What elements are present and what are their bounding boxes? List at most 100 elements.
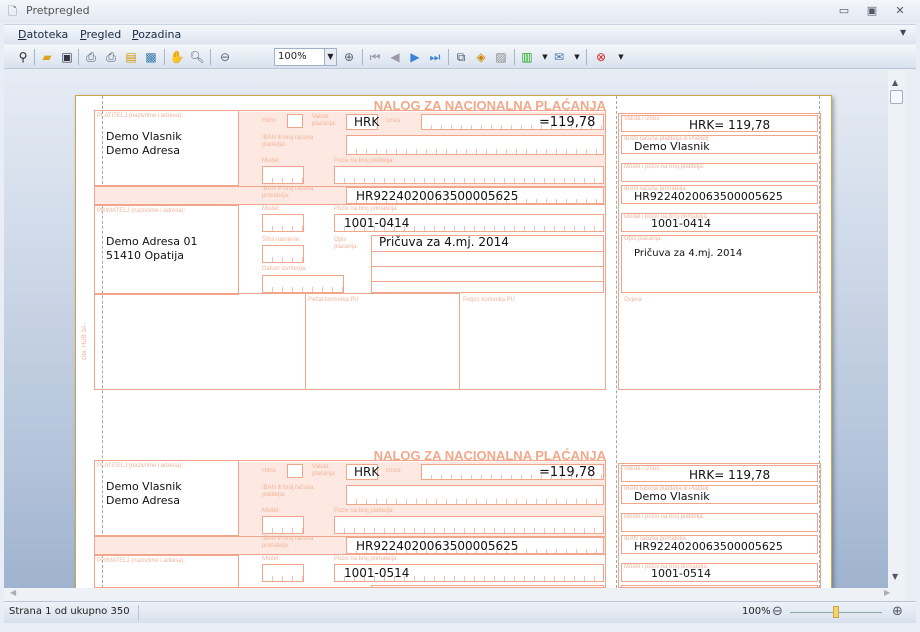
zoom-in-icon[interactable]: ⊕ [340,48,358,66]
recipient-address-line2: 51410 Opatija [106,249,185,262]
separator [514,49,515,65]
execution-date-label: Datum izvršenja: [262,266,307,272]
print-setup-icon[interactable]: ⎙ [82,48,100,66]
zoom-out-icon[interactable]: ⊖ [216,48,234,66]
scroll-right-icon[interactable]: ▶ [884,588,890,597]
reference-value: 1001-0414 [344,216,410,230]
first-page-icon[interactable]: ⏮ [366,48,384,66]
color-icon[interactable]: ◈ [472,48,490,66]
last-page-icon[interactable]: ⏭ [426,48,444,66]
print-icon[interactable]: ⎙ [102,48,120,66]
horizontal-scrollbar[interactable]: ◀ ▶ [4,588,905,601]
close-button[interactable]: ✕ [892,4,908,18]
zoom-out-button[interactable]: ⊖ [772,604,783,619]
vertical-scrollbar[interactable]: ▲ ▼ [888,70,905,588]
payer-iban-label: IBAN ili broj računa platitelja: [262,485,314,498]
receipt-description-field [621,235,818,293]
page-status: Strana 1 od ukupno 350 [9,606,130,617]
receipt-amount-value: HRK= 119,78 [689,468,771,482]
recipient-reference-label: Poziv na broj primatelja: [334,206,399,212]
app-icon: 🗋 [8,5,17,18]
export-icon[interactable]: ▥ [518,48,536,66]
currency-label: Valuta plaćanja: [312,464,337,477]
menu-pozadina[interactable]: Pozadina [132,28,181,41]
close-preview-icon[interactable]: ⊗ [592,48,610,66]
page-setup-icon[interactable]: ▤ [122,48,140,66]
zoom-percent: 100% [742,606,771,617]
email-dropdown-icon[interactable]: ▼ [568,48,586,66]
scroll-up-icon[interactable]: ▲ [892,78,898,87]
receipt-description-label: Opis plaćanja: [624,236,663,242]
payer-iban-field [346,485,604,505]
scroll-down-icon[interactable]: ▼ [892,572,898,581]
multiple-pages-icon[interactable]: ⧉ [452,48,470,66]
email-icon[interactable]: ✉ [550,48,568,66]
purpose-code-field [262,245,304,263]
payer-model-label: Model: [262,508,281,514]
payer-label: PLATITELJ (naziv/ime i adresa): [97,463,183,469]
previous-page-icon[interactable]: ◀ [386,48,404,66]
separator [34,49,35,65]
purpose-code-label: Šifra namjene: [262,237,301,243]
recipient-label: PRIMATELJ (naziv/ime i adresa): [97,558,186,564]
receipt-payer-reference-label: Model i poziv na broj platitelja: [624,164,705,170]
reference-value: 1001-0514 [344,566,410,580]
payer-iban-field [346,135,604,155]
currency-value: HRK [354,465,380,479]
signature-label: Potpis korisnika PU [463,297,516,303]
window-title: Pretpregled [26,4,90,17]
execution-date-field [262,275,344,293]
payment-form: NALOG ZA NACIONALNA PLAĆANJA PLATITELJ (… [82,98,834,390]
amount-label: Iznos: [386,118,403,124]
next-page-icon[interactable]: ▶ [406,48,424,66]
open-icon[interactable]: ▰ [38,48,56,66]
toolbar-overflow-icon[interactable]: ▼ [612,48,630,66]
recipient-iban-value: HR9224020063500005625 [356,539,519,553]
zoom-in-button[interactable]: ⊕ [892,604,903,619]
zoom-slider-thumb[interactable] [833,606,839,618]
amount-value: =119,78 [539,465,596,480]
recipient-reference-label: Poziv na broj primatelja: [334,556,399,562]
receipt-recipient-iban-value: HR9224020063500005625 [634,190,783,203]
receipt-payer-value: Demo Vlasnik [634,490,710,503]
recipient-model-label: Model: [262,556,281,562]
receipt-payer-reference-label: Model i poziv na broj platitelja: [624,514,705,520]
preview-viewport[interactable]: NALOG ZA NACIONALNA PLAĆANJA PLATITELJ (… [4,70,888,588]
minimize-button[interactable]: ▭ [836,4,852,18]
hand-tool-icon[interactable]: ✋ [168,48,186,66]
payment-form: NALOG ZA NACIONALNA PLAĆANJA PLATITELJ (… [94,448,834,588]
restore-button[interactable]: ▣ [864,4,880,18]
receipt-reference-value: 1001-0514 [651,567,711,580]
title-bar: 🗋 Pretpregled ▭ ▣ ✕ [0,0,920,22]
watermark-icon[interactable]: ▨ [492,48,510,66]
menu-label: regled [86,28,122,41]
payer-name: Demo Vlasnik [106,480,182,493]
status-bar: Strana 1 od ukupno 350 100% ⊖ ⊕ [4,601,916,623]
payer-model-field [262,166,304,184]
toolbar: ⚲ ▰ ▣ ⎙ ⎙ ▤ ▩ ✋ 🔍︎ ⊖ 100% ▼ ⊕ ⏮ ◀ ▶ ⏭ ⧉ … [4,45,916,69]
amount-label: Iznos: [386,468,403,474]
amount-value: =119,78 [539,115,596,130]
currency-value: HRK [354,115,380,129]
payer-iban-label: IBAN ili broj računa platitelja: [262,135,314,148]
scale-icon[interactable]: ▩ [142,48,160,66]
scroll-left-icon[interactable]: ◀ [10,588,16,597]
payer-name: Demo Vlasnik [106,130,182,143]
separator [78,49,79,65]
receipt-payer-value: Demo Vlasnik [634,140,710,153]
zoom-dropdown-icon[interactable]: ▼ [324,48,337,66]
menu-pregled[interactable]: Pregled [80,28,121,41]
menu-overflow-icon[interactable]: ▼ [900,28,906,37]
magnifier-icon[interactable]: 🔍︎ [188,48,206,66]
menu-label: ozadina [138,28,182,41]
receipt-reference-value: 1001-0414 [651,217,711,230]
separator [362,49,363,65]
menu-datoteka[interactable]: Datoteka [18,28,68,41]
recipient-model-field [262,564,304,582]
save-icon[interactable]: ▣ [58,48,76,66]
description-label: Opis plaćanja: [334,237,359,250]
scroll-thumb[interactable] [890,90,903,104]
separator [138,605,139,621]
stamp-box [94,293,306,390]
find-icon[interactable]: ⚲ [14,48,32,66]
